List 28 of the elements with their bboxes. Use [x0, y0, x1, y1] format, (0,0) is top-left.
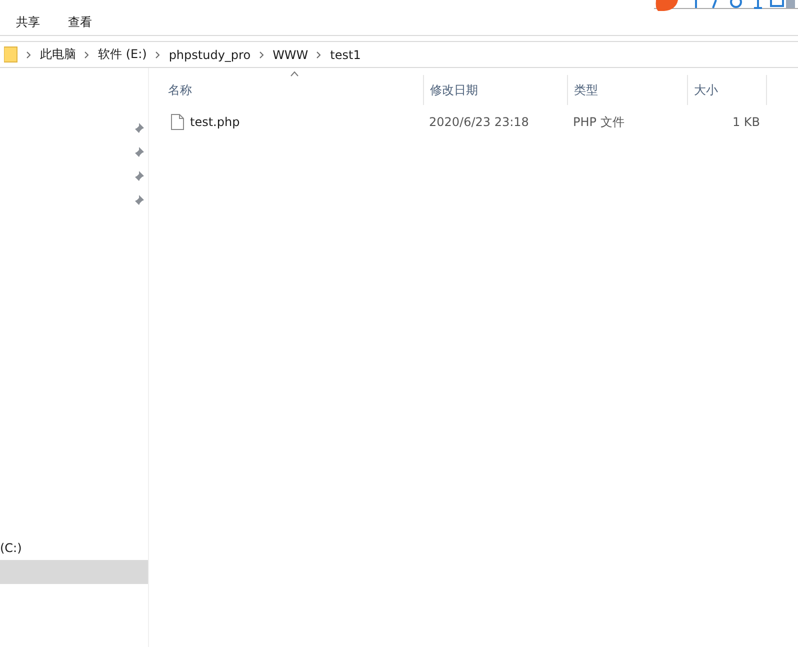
chevron-icon[interactable]	[84, 50, 90, 58]
pin-icon[interactable]	[133, 171, 144, 182]
breadcrumb[interactable]: WWW	[272, 48, 308, 62]
pin-icon[interactable]	[133, 147, 144, 158]
pin-icon[interactable]	[133, 123, 144, 134]
ribbon-tab[interactable]: 共享	[16, 14, 40, 35]
breadcrumb[interactable]: 此电脑	[40, 46, 76, 63]
breadcrumb[interactable]: phpstudy_pro	[168, 48, 251, 62]
breadcrumb[interactable]: test1	[330, 48, 361, 62]
column-header[interactable]: 修改日期	[423, 75, 567, 105]
chevron-icon[interactable]	[154, 50, 161, 58]
folder-icon	[4, 46, 18, 63]
nav-item[interactable]: (C:)	[0, 536, 148, 560]
table-cell-text: 2020/6/23 23:18	[428, 115, 530, 129]
breadcrumb[interactable]: 软件 (E:)	[98, 46, 147, 63]
table-cell-text: PHP 文件	[572, 114, 626, 130]
column-header[interactable]: 类型	[567, 75, 687, 105]
logo-icon[interactable]	[654, 0, 680, 12]
chevron-icon[interactable]	[26, 50, 32, 58]
table-cell-text: 1 KB	[731, 115, 761, 129]
column-header[interactable]: 名称	[167, 75, 423, 105]
file-name[interactable]: test.php	[190, 115, 240, 129]
chevron-icon[interactable]	[258, 50, 265, 58]
column-header[interactable]: 大小	[687, 75, 767, 105]
pin-icon[interactable]	[133, 195, 144, 206]
chevron-icon[interactable]	[316, 50, 322, 58]
ribbon-tab[interactable]: 查看	[68, 14, 92, 35]
file-icon	[171, 114, 184, 130]
